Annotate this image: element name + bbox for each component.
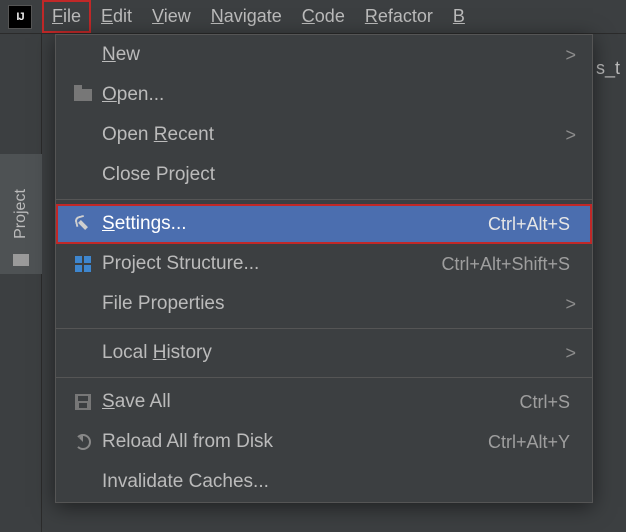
menu-refactor[interactable]: Refactor bbox=[355, 0, 443, 33]
menu-item-shortcut: Ctrl+Alt+Y bbox=[488, 432, 576, 453]
menubar: IJ FileEditViewNavigateCodeRefactorB bbox=[0, 0, 626, 34]
menu-edit[interactable]: Edit bbox=[91, 0, 142, 33]
menu-item-local-history[interactable]: Local History> bbox=[56, 333, 592, 373]
wrench-icon bbox=[75, 216, 91, 232]
folder-icon bbox=[74, 89, 92, 101]
menu-item-file-properties[interactable]: File Properties> bbox=[56, 284, 592, 324]
app-icon: IJ bbox=[8, 5, 32, 29]
menu-item-label: Settings... bbox=[98, 213, 488, 235]
project-tool-tab[interactable]: Project bbox=[0, 154, 42, 274]
breadcrumb-right-fragment: s_t bbox=[596, 58, 620, 79]
menu-item-settings[interactable]: Settings...Ctrl+Alt+S bbox=[56, 204, 592, 244]
menu-item-label: Invalidate Caches... bbox=[98, 471, 576, 493]
menu-separator bbox=[56, 199, 592, 200]
struct-icon bbox=[75, 256, 91, 272]
save-icon bbox=[75, 394, 91, 410]
menu-file[interactable]: File bbox=[42, 0, 91, 33]
menu-code[interactable]: Code bbox=[292, 0, 355, 33]
menu-item-new[interactable]: New> bbox=[56, 35, 592, 75]
menu-item-close-project[interactable]: Close Project bbox=[56, 155, 592, 195]
menu-item-label: New bbox=[98, 44, 555, 66]
menu-item-open[interactable]: Open... bbox=[56, 75, 592, 115]
menu-item-label: Open... bbox=[98, 84, 576, 106]
menu-item-label: Save All bbox=[98, 391, 519, 413]
menu-item-label: Reload All from Disk bbox=[98, 431, 488, 453]
menu-item-invalidate-caches[interactable]: Invalidate Caches... bbox=[56, 462, 592, 502]
menu-item-label: Open Recent bbox=[98, 124, 555, 146]
project-tool-label: Project bbox=[12, 189, 30, 239]
tool-window-strip: Project bbox=[0, 34, 42, 532]
chevron-right-icon: > bbox=[555, 125, 576, 146]
file-menu-dropdown: New>Open...Open Recent>Close ProjectSett… bbox=[55, 34, 593, 503]
chevron-right-icon: > bbox=[555, 343, 576, 364]
menu-item-shortcut: Ctrl+S bbox=[519, 392, 576, 413]
menu-view[interactable]: View bbox=[142, 0, 201, 33]
menu-item-label: Local History bbox=[98, 342, 555, 364]
menu-item-project-structure[interactable]: Project Structure...Ctrl+Alt+Shift+S bbox=[56, 244, 592, 284]
chevron-right-icon: > bbox=[555, 294, 576, 315]
menu-item-shortcut: Ctrl+Alt+Shift+S bbox=[441, 254, 576, 275]
menu-item-reload-all-from-disk[interactable]: Reload All from DiskCtrl+Alt+Y bbox=[56, 422, 592, 462]
menu-item-label: File Properties bbox=[98, 293, 555, 315]
menu-item-save-all[interactable]: Save AllCtrl+S bbox=[56, 382, 592, 422]
folder-icon bbox=[13, 254, 29, 266]
reload-icon bbox=[75, 434, 91, 450]
menu-separator bbox=[56, 377, 592, 378]
menu-item-label: Close Project bbox=[98, 164, 576, 186]
chevron-right-icon: > bbox=[555, 45, 576, 66]
menu-b[interactable]: B bbox=[443, 0, 475, 33]
menu-navigate[interactable]: Navigate bbox=[201, 0, 292, 33]
menu-separator bbox=[56, 328, 592, 329]
menu-item-shortcut: Ctrl+Alt+S bbox=[488, 214, 576, 235]
menu-item-label: Project Structure... bbox=[98, 253, 441, 275]
menu-item-open-recent[interactable]: Open Recent> bbox=[56, 115, 592, 155]
